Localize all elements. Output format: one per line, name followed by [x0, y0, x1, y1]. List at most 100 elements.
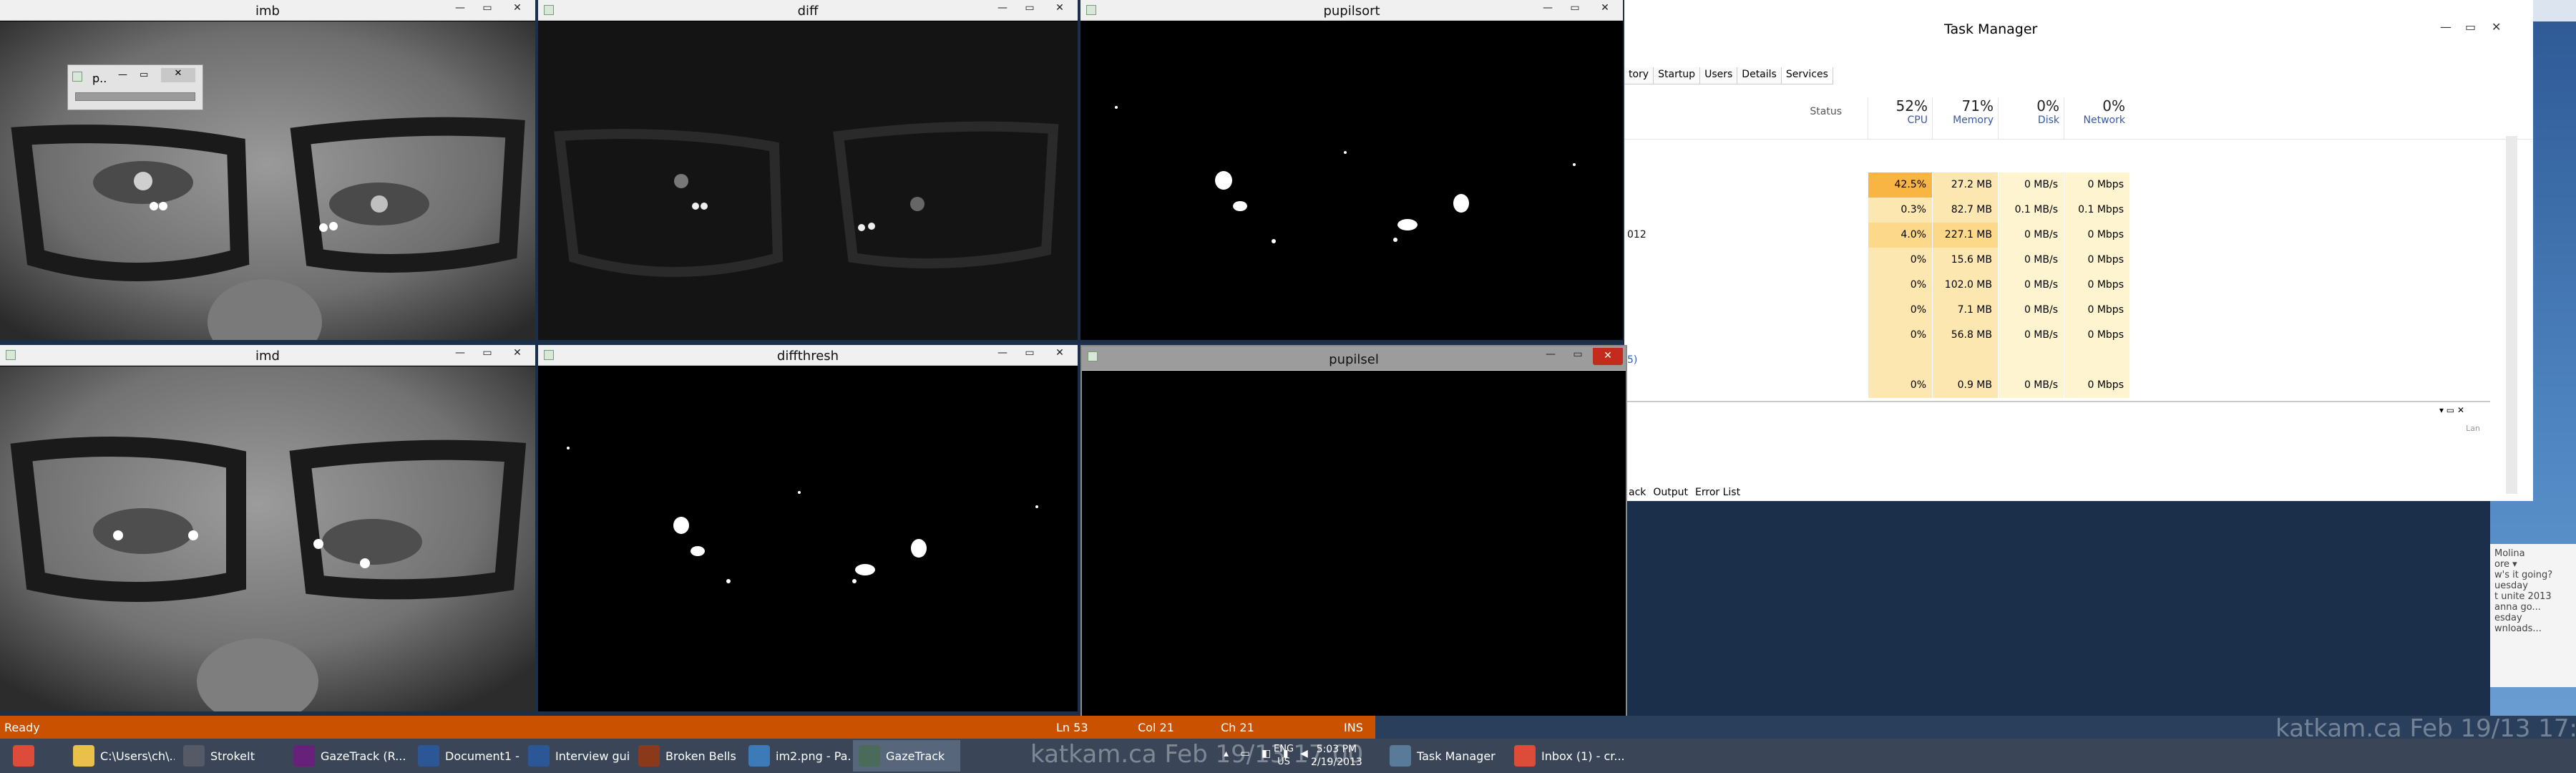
table-row[interactable]: 0% 15.6 MB 0 MB/s 0 Mbps	[1624, 248, 2533, 273]
minimize-icon[interactable]: —	[1534, 0, 1561, 16]
column-header-status[interactable]: Status	[1775, 97, 1846, 139]
process-table-scrollbar[interactable]	[2506, 136, 2517, 494]
tab-services[interactable]: Services	[1781, 67, 1833, 84]
taskbar-item[interactable]	[7, 740, 64, 772]
column-header-disk[interactable]: 0% Disk	[1998, 97, 2064, 139]
column-header-memory[interactable]: 71% Memory	[1932, 97, 1998, 139]
taskbar-item[interactable]: GazeTrack	[853, 740, 960, 772]
diff-window: diff — ▭ ✕	[538, 0, 1078, 340]
taskbar-item[interactable]: im2.png - Pa...	[743, 740, 850, 772]
taskbar: C:\Users\ch\... StrokeIt GazeTrack (R... Do…	[0, 739, 2576, 773]
taskbar-item[interactable]: C:\Users\ch\...	[67, 740, 175, 772]
network-cell: 0 Mbps	[2064, 323, 2129, 348]
cpu-cell: 42.5%	[1868, 172, 1932, 198]
close-icon[interactable]: ✕	[1590, 0, 1620, 16]
minimize-icon[interactable]: —	[447, 0, 474, 16]
close-icon[interactable]: ✕	[2492, 20, 2501, 34]
tab-callstack[interactable]: ack	[1629, 487, 1646, 498]
opencv-window-icon	[1086, 5, 1096, 15]
network-cell: 0.1 Mbps	[2064, 198, 2129, 223]
taskbar-item[interactable]: Inbox (1) - cr...	[1508, 740, 1673, 772]
pupilsort-titlebar[interactable]: pupilsort — ▭ ✕	[1080, 0, 1623, 21]
tab-error-list[interactable]: Error List	[1695, 487, 1740, 498]
tab-output[interactable]: Output	[1653, 487, 1688, 498]
small-popup-window[interactable]: p.. — ▭ ✕	[67, 64, 203, 110]
pupilsort-image	[1080, 21, 1623, 340]
tab-users[interactable]: Users	[1700, 67, 1738, 84]
process-name: 5)	[1627, 354, 1638, 366]
imb-titlebar[interactable]: imb — ▭ ✕	[0, 0, 535, 21]
pupilsel-titlebar[interactable]: pupilsel — ▭ ✕	[1082, 346, 1626, 371]
minimize-icon[interactable]: —	[989, 0, 1016, 16]
popup-trackbar[interactable]	[75, 92, 195, 101]
table-row[interactable]: 5)	[1624, 348, 2533, 373]
close-icon[interactable]: ✕	[161, 68, 195, 82]
maximize-icon[interactable]: ▭	[1561, 0, 1589, 16]
pupilsort-window: pupilsort — ▭ ✕	[1080, 0, 1623, 340]
minimize-icon[interactable]: —	[1537, 346, 1564, 362]
taskbar-item-label: Interview gui...	[555, 749, 630, 763]
diffthresh-window: diffthresh — ▭ ✕	[538, 345, 1078, 711]
table-row[interactable]: 0% 0.9 MB 0 MB/s 0 Mbps	[1624, 373, 2533, 398]
column-header-network[interactable]: 0% Network	[2064, 97, 2129, 139]
minimize-icon[interactable]: —	[447, 345, 474, 361]
taskbar-item[interactable]: Task Manager	[1384, 740, 1506, 772]
taskbar-item[interactable]: Document1 - ...	[412, 740, 519, 772]
close-icon[interactable]: ✕	[1045, 0, 1075, 16]
close-icon[interactable]: ✕	[502, 345, 532, 361]
maximize-icon[interactable]: ▭	[1016, 345, 1043, 361]
taskbar-item[interactable]: GazeTrack (R...	[288, 740, 409, 772]
table-row[interactable]: 42.5% 27.2 MB 0 MB/s 0 Mbps	[1624, 172, 2533, 198]
maximize-icon[interactable]: ▭	[1564, 346, 1591, 362]
taskbar-item[interactable]: StrokeIt	[177, 740, 285, 772]
visual-studio-icon	[293, 745, 315, 767]
tab-app-history[interactable]: tory	[1624, 67, 1654, 84]
tab-startup[interactable]: Startup	[1654, 67, 1701, 84]
diff-titlebar[interactable]: diff — ▭ ✕	[538, 0, 1078, 21]
memory-cell: 102.0 MB	[1932, 273, 1998, 298]
table-row[interactable]: 0% 102.0 MB 0 MB/s 0 Mbps	[1624, 273, 2533, 298]
maximize-icon[interactable]: ▭	[474, 0, 501, 16]
cpu-cell: 4.0%	[1868, 223, 1932, 248]
maximize-icon[interactable]: ▭	[1016, 0, 1043, 16]
diffthresh-titlebar[interactable]: diffthresh — ▭ ✕	[538, 345, 1078, 366]
minimize-icon[interactable]: —	[989, 345, 1016, 361]
taskbar-item-label: Task Manager	[1417, 749, 1496, 763]
table-row[interactable]: 012 4.0% 227.1 MB 0 MB/s 0 Mbps	[1624, 223, 2533, 248]
imd-titlebar[interactable]: imd — ▭ ✕	[0, 345, 535, 366]
table-row[interactable]: 0.3% 82.7 MB 0.1 MB/s 0.1 Mbps	[1624, 198, 2533, 223]
close-icon[interactable]: ✕	[502, 0, 532, 16]
memory-cell: 56.8 MB	[1932, 323, 1998, 348]
panel-pin-icon[interactable]: ▾ ▭ ✕	[2439, 405, 2464, 415]
table-row[interactable]: 0% 56.8 MB 0 MB/s 0 Mbps	[1624, 323, 2533, 348]
column-header-cpu[interactable]: 52% CPU	[1868, 97, 1932, 139]
strokeit-icon	[183, 745, 205, 767]
taskbar-item[interactable]: Interview gui...	[522, 740, 630, 772]
disk-cell: 0 MB/s	[1998, 172, 2064, 198]
mail-snippet[interactable]: t unite 2013	[2494, 591, 2572, 602]
mail-snippet[interactable]: w's it going?	[2494, 570, 2572, 580]
tab-details[interactable]: Details	[1737, 67, 1782, 84]
taskbar-item[interactable]: Broken Bells ...	[633, 740, 740, 772]
opencv-window-icon	[859, 745, 880, 767]
mail-snippet[interactable]: wnloads...	[2494, 623, 2572, 634]
maximize-icon[interactable]: ▭	[140, 69, 148, 80]
disk-cell: 0 MB/s	[1998, 323, 2064, 348]
diffthresh-image	[538, 366, 1078, 711]
process-name: 012	[1627, 229, 1646, 240]
minimize-icon[interactable]: —	[118, 69, 127, 80]
table-row[interactable]: 0% 7.1 MB 0 MB/s 0 Mbps	[1624, 298, 2533, 323]
vs-lan-label: Lan	[2466, 424, 2480, 433]
task-manager-window: Task Manager — ▭ ✕ tory Startup Users De…	[1624, 0, 2533, 501]
mail-snippet[interactable]: anna go...	[2494, 602, 2572, 613]
task-manager-titlebar[interactable]: Task Manager — ▭ ✕	[1624, 0, 2533, 44]
close-icon[interactable]: ✕	[1045, 345, 1075, 361]
watermark-text: katkam.ca Feb 19/13 17:00	[2275, 714, 2576, 743]
minimize-icon[interactable]: —	[2440, 20, 2451, 34]
maximize-icon[interactable]: ▭	[2465, 20, 2476, 34]
disk-cell: 0 MB/s	[1998, 223, 2064, 248]
close-icon[interactable]: ✕	[1593, 348, 1623, 365]
mail-snippet[interactable]: ore ▾	[2494, 559, 2572, 570]
memory-cell: 15.6 MB	[1932, 248, 1998, 273]
maximize-icon[interactable]: ▭	[474, 345, 501, 361]
